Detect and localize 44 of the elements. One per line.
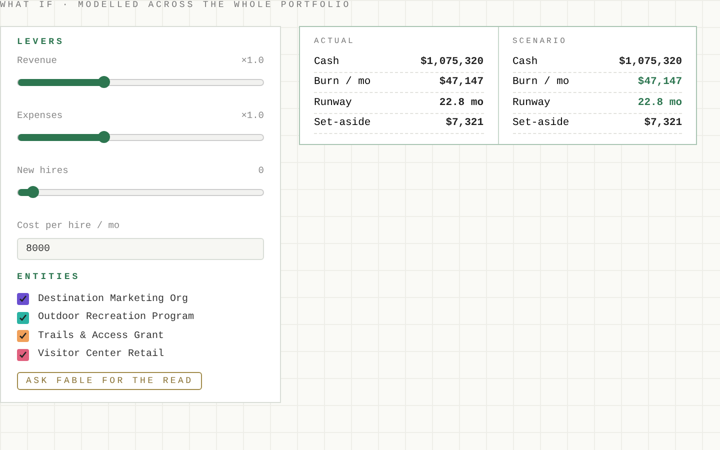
slider-thumb[interactable] <box>98 131 110 143</box>
metric-value: 22.8 mo <box>439 96 484 109</box>
input-field[interactable]: 8000 <box>17 238 264 260</box>
metric-value: $1,075,320 <box>618 56 682 68</box>
metric-value: $47,147 <box>439 76 484 88</box>
slider-track[interactable] <box>17 189 264 196</box>
checkbox[interactable] <box>17 293 29 306</box>
slider-label: New hires <box>17 165 68 176</box>
section-title: LEVERS <box>17 37 66 47</box>
metric-value: $7,321 <box>644 117 682 130</box>
metric-label: Cash <box>314 56 340 68</box>
slider-thumb[interactable] <box>98 76 110 88</box>
metric-label: Set-aside <box>314 117 371 130</box>
ask-button[interactable]: ASK FABLE FOR THE READ <box>17 372 202 390</box>
slider-thumb[interactable] <box>26 186 39 198</box>
page-heading: WHAT IF · MODELLED ACROSS THE WHOLE PORTFOLIO <box>0 0 352 12</box>
column-title: ACTUAL <box>314 37 356 46</box>
metric-label: Runway <box>512 96 550 109</box>
metric-label: Cash <box>512 56 538 68</box>
metric-label: Burn / mo <box>512 76 570 88</box>
slider-reading: 0 <box>258 165 264 176</box>
checkbox[interactable] <box>17 330 29 342</box>
metric-label: Runway <box>314 96 352 109</box>
metric-value: $1,075,320 <box>420 56 484 68</box>
column-title: SCENARIO <box>512 37 568 46</box>
entity-label: Visitor Center Retail <box>38 349 164 360</box>
entity-label: Outdoor Recreation Program <box>38 312 194 324</box>
slider-reading: ×1.0 <box>241 55 264 66</box>
section-title: ENTITIES <box>17 272 82 282</box>
metric-label: Burn / mo <box>314 76 371 88</box>
entity-label: Trails & Access Grant <box>38 330 164 342</box>
slider-track[interactable] <box>17 79 264 86</box>
checkbox[interactable] <box>17 348 29 361</box>
slider-track[interactable] <box>17 134 264 141</box>
slider-label: Expenses <box>17 110 63 121</box>
metric-value: 22.8 mo <box>638 96 682 109</box>
field-label: Cost per hire / mo <box>17 220 120 231</box>
metric-value: $47,147 <box>638 76 682 88</box>
slider-label: Revenue <box>17 55 57 66</box>
metric-value: $7,321 <box>446 117 484 130</box>
entity-label: Destination Marketing Org <box>38 294 188 305</box>
slider-reading: ×1.0 <box>241 110 264 121</box>
metric-label: Set-aside <box>512 117 570 130</box>
checkbox[interactable] <box>17 312 29 324</box>
